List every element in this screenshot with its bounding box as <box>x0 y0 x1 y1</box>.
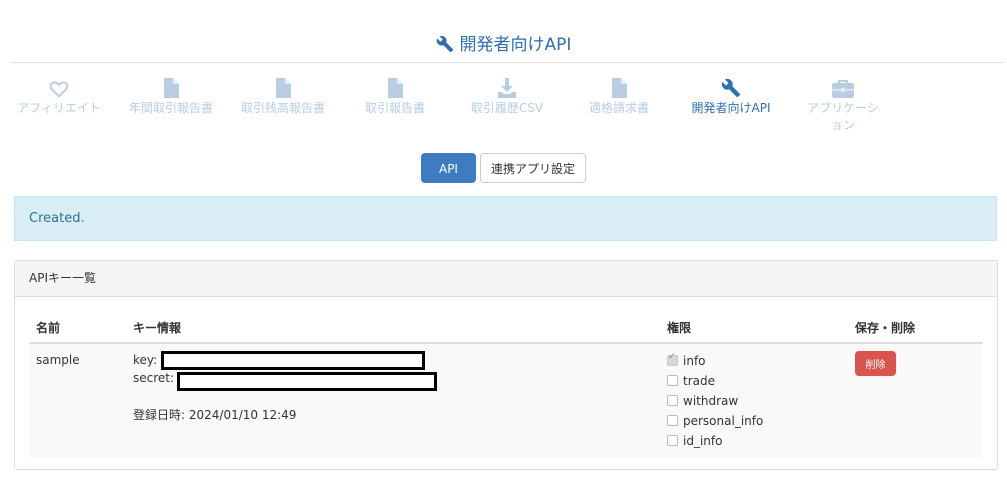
nav-item-invoice[interactable]: 適格請求書 <box>564 74 674 117</box>
registered-date: 登録日時: 2024/01/10 12:49 <box>133 408 297 422</box>
heart-icon <box>49 81 69 98</box>
nav-label: 年間取引報告書 <box>128 101 213 115</box>
secret-label: secret: <box>133 371 175 385</box>
permission-withdraw[interactable]: withdraw <box>667 394 738 408</box>
nav-item-annual-report[interactable]: 年間取引報告書 <box>116 74 226 117</box>
checkbox[interactable] <box>667 375 678 386</box>
nav-label: 取引報告書 <box>364 101 425 115</box>
nav-label: 取引履歴CSV <box>470 101 544 115</box>
checkbox[interactable] <box>667 415 678 426</box>
key-label: key: <box>133 353 158 367</box>
column-header-name: 名前 <box>36 321 61 335</box>
checkbox[interactable] <box>667 435 678 446</box>
tab-api-keys[interactable]: API Keys <box>420 153 476 206</box>
wrench-icon <box>721 78 741 98</box>
column-header-save-delete: 保存・削除 <box>855 321 916 335</box>
nav-label: アフィリエイト <box>17 101 101 115</box>
api-keys-panel: APIキー一覧 名前 キー情報 権限 保存・削除 sample key: sec… <box>14 260 998 470</box>
nav-item-balance-report[interactable]: 取引残高報告書 <box>228 74 338 117</box>
alert-success: Created. <box>14 196 997 241</box>
nav-item-application[interactable]: アプリケーション <box>788 74 898 134</box>
nav-label: 開発者向けAPI <box>691 101 771 115</box>
permission-info[interactable]: info <box>667 352 706 368</box>
nav-item-trade-report[interactable]: 取引報告書 <box>340 74 450 117</box>
briefcase-icon <box>832 80 854 98</box>
nav-item-history-csv[interactable]: 取引履歴CSV <box>452 74 562 117</box>
nav-item-affiliate[interactable]: アフィリエイト <box>4 74 114 117</box>
main-nav: アフィリエイト 年間取引報告書 取引残高報告書 取引報告書 取引履歴CSV 適格… <box>0 74 1007 144</box>
permission-personal-info[interactable]: personal_info <box>667 414 763 428</box>
download-icon <box>498 78 516 98</box>
document-icon <box>612 78 627 98</box>
nav-item-developer-api[interactable]: 開発者向けAPI <box>676 74 786 117</box>
tab-bar: API Keys 連携アプリ設定 <box>0 153 1007 206</box>
page-title-text: 開発者向けAPI <box>459 35 572 55</box>
column-header-permissions: 権限 <box>667 321 692 335</box>
nav-label: アプリケーション <box>807 101 879 132</box>
document-icon <box>164 78 179 98</box>
permission-id-info[interactable]: id_info <box>667 434 722 448</box>
document-icon <box>388 78 403 98</box>
key-name: sample <box>36 353 80 367</box>
header-divider <box>10 62 1005 63</box>
page-title: 開発者向けAPI <box>0 30 1007 55</box>
document-icon <box>276 78 291 98</box>
delete-button[interactable]: 削除 <box>855 351 896 376</box>
permission-trade[interactable]: trade <box>667 374 715 388</box>
panel-title: APIキー一覧 <box>15 261 997 297</box>
redacted-key <box>161 351 425 370</box>
checkbox-checked[interactable] <box>667 352 678 366</box>
wrench-icon <box>436 35 453 53</box>
column-header-key-info: キー情報 <box>133 321 182 335</box>
nav-label: 取引残高報告書 <box>240 101 325 115</box>
tab-linked-app-settings[interactable]: 連携アプリ設定 <box>479 153 586 183</box>
checkbox[interactable] <box>667 395 678 406</box>
nav-label: 適格請求書 <box>588 101 649 115</box>
redacted-secret <box>177 372 437 391</box>
table-row: sample key: secret: 登録日時: 2024/01/10 12:… <box>29 344 983 458</box>
